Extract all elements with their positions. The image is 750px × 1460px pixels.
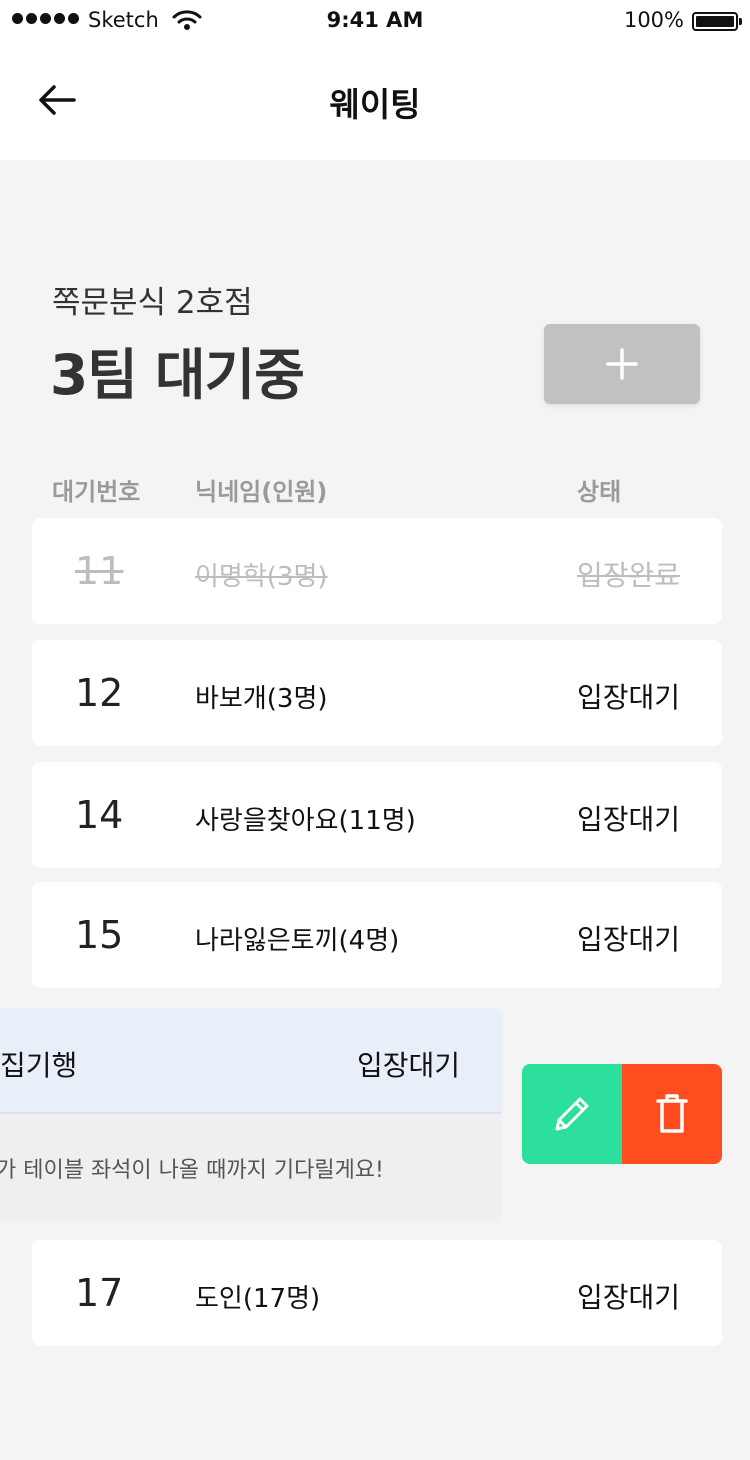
queue-nickname: 이명학(3명) bbox=[195, 562, 328, 592]
queue-status: 입장대기 bbox=[577, 681, 681, 714]
queue-number: 14 bbox=[75, 793, 124, 837]
column-header-name: 닉네임(인원) bbox=[195, 478, 328, 506]
battery-percentage: 100% bbox=[623, 8, 684, 32]
column-header-status: 상태 bbox=[577, 478, 622, 506]
queue-status: 입장대기 bbox=[577, 923, 681, 956]
queue-nickname: 바보개(3명) bbox=[195, 684, 328, 714]
queue-row[interactable]: 15 나라잃은토끼(4명) 입장대기 bbox=[32, 882, 722, 988]
queue-status: 입장완료 bbox=[577, 559, 681, 592]
pencil-icon bbox=[555, 1097, 589, 1131]
queue-memo: 가 테이블 좌석이 나올 때까지 기다릴게요! bbox=[0, 1158, 384, 1183]
queue-number: 15 bbox=[75, 913, 124, 957]
queue-status: 입장대기 bbox=[577, 1281, 681, 1314]
store-name: 쪽문분식 2호점 bbox=[52, 285, 253, 321]
delete-button[interactable] bbox=[622, 1064, 722, 1164]
trash-icon bbox=[656, 1094, 688, 1133]
queue-number: 12 bbox=[75, 671, 124, 715]
queue-nickname: 나라잃은토끼(4명) bbox=[195, 926, 400, 956]
queue-status: 입장대기 bbox=[577, 803, 681, 836]
queue-row[interactable]: 11 이명학(3명) 입장완료 bbox=[32, 518, 722, 624]
queue-nickname: 도인(17명) bbox=[195, 1284, 321, 1314]
queue-number: 17 bbox=[75, 1271, 124, 1315]
waiting-count: 3팀 대기중 bbox=[50, 343, 305, 407]
swiped-queue-row[interactable]: 집기행 입장대기 가 테이블 좌석이 나올 때까지 기다릴게요! bbox=[0, 1008, 502, 1220]
nav-bar: 웨이팅 bbox=[0, 40, 750, 160]
queue-status: 입장대기 bbox=[357, 1049, 461, 1082]
battery-icon bbox=[692, 12, 742, 31]
plus-icon bbox=[606, 348, 638, 380]
edit-button[interactable] bbox=[522, 1064, 622, 1164]
add-waiting-button[interactable] bbox=[544, 324, 700, 404]
page-title: 웨이팅 bbox=[329, 85, 421, 124]
queue-row[interactable]: 14 사랑을찾아요(11명) 입장대기 bbox=[32, 762, 722, 868]
queue-number: 11 bbox=[75, 549, 124, 593]
queue-nickname: 집기행 bbox=[0, 1049, 78, 1082]
queue-row[interactable]: 17 도인(17명) 입장대기 bbox=[32, 1240, 722, 1346]
queue-row[interactable]: 12 바보개(3명) 입장대기 bbox=[32, 640, 722, 746]
status-bar: Sketch 9:41 AM 100% bbox=[0, 0, 750, 40]
queue-nickname: 사랑을찾아요(11명) bbox=[195, 806, 416, 836]
column-header-number: 대기번호 bbox=[52, 478, 141, 506]
swiped-row-summary: 집기행 입장대기 bbox=[0, 1008, 502, 1114]
